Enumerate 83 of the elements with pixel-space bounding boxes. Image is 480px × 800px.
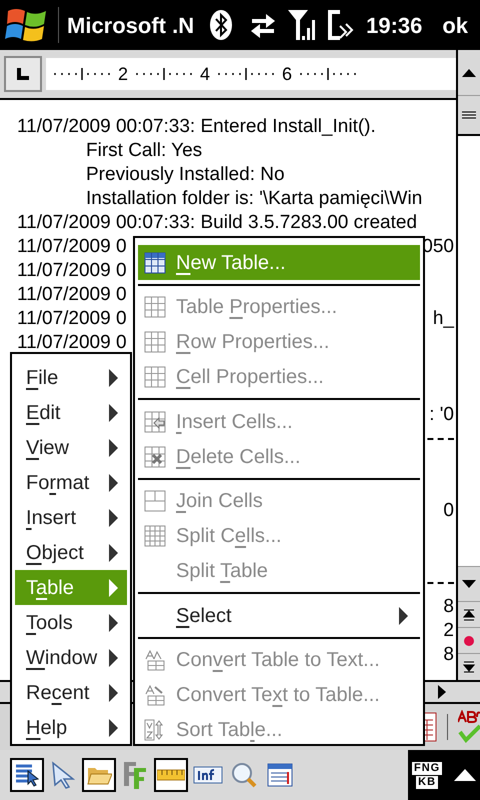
expand-up-icon[interactable]	[454, 769, 476, 781]
window-list-icon	[267, 763, 293, 787]
submenu-arrow-icon	[109, 438, 118, 456]
ruler-number: 2	[118, 62, 128, 86]
menu-item[interactable]: Tools	[15, 605, 127, 640]
dot-icon	[464, 636, 474, 646]
previous-page-icon	[463, 608, 475, 620]
select-mode-button[interactable]	[10, 758, 44, 792]
next-page-button[interactable]	[458, 654, 480, 680]
left-tab-icon	[17, 68, 29, 80]
font-format-icon	[122, 760, 148, 790]
sort-icon	[144, 719, 166, 741]
menu-item[interactable]: Format	[15, 465, 127, 500]
submenu-arrow-icon	[109, 684, 118, 702]
log-line-fragment: 2	[443, 619, 454, 643]
submenu-arrow-icon	[109, 508, 118, 526]
previous-page-button[interactable]	[458, 602, 480, 628]
pointer-icon	[51, 761, 75, 789]
log-line-fragment: 8	[443, 595, 454, 619]
up-arrow-icon	[462, 68, 476, 76]
search-icon	[230, 761, 258, 789]
log-line: Installation folder is: '\Karta pamięci\Win	[86, 188, 422, 209]
grid-icon	[144, 296, 166, 318]
tab-stop-button[interactable]	[4, 56, 42, 92]
menu-item[interactable]: Window	[15, 640, 127, 675]
ruler-toggle-button[interactable]	[154, 758, 188, 792]
ok-button[interactable]: ok	[442, 8, 468, 42]
convert-to-text-icon	[144, 649, 166, 671]
split-cells-icon	[144, 525, 166, 547]
bluetooth-icon	[210, 9, 232, 41]
right-arrow-icon	[438, 685, 446, 699]
spell-check-icon[interactable]	[458, 710, 480, 744]
submenu-arrow-icon	[399, 606, 408, 624]
down-arrow-icon	[462, 580, 476, 588]
table-icon	[144, 252, 166, 274]
submenu-arrow-icon	[109, 718, 118, 736]
log-line: 11/07/2009 00:07:33: Build 3.5.7283.00 created	[17, 212, 418, 233]
log-line-fragment: 8	[443, 643, 454, 667]
log-line: 11/07/2009 0	[17, 283, 127, 307]
log-line: 11/07/2009 0	[17, 259, 127, 283]
insert-cells-icon	[144, 410, 166, 432]
log-line: 11/07/2009 00:07:33: Entered Install_Init().	[17, 116, 376, 137]
menu-item[interactable]: Select	[138, 598, 420, 633]
log-line-fragment: : '0	[429, 403, 454, 427]
scroll-down-button[interactable]	[458, 566, 480, 602]
submenu-arrow-icon	[109, 404, 118, 422]
open-file-button[interactable]	[82, 758, 116, 792]
submenu-arrow-icon	[109, 544, 118, 562]
menu-item[interactable]: Object	[15, 535, 127, 570]
menu-item[interactable]: Recent	[15, 675, 127, 710]
ruler-icon	[157, 769, 185, 781]
log-line-fragment: 0	[443, 499, 454, 523]
log-line: 11/07/2009 0	[17, 307, 127, 331]
menu-item[interactable]: File	[15, 360, 127, 395]
clock-time: 19:36	[366, 12, 422, 40]
log-line-fragment: h_	[432, 307, 454, 331]
log-line: 11/07/2009 0	[17, 331, 127, 355]
log-line: First Call: Yes	[86, 140, 202, 161]
submenu-arrow-icon	[109, 368, 118, 386]
grip-icon	[462, 111, 476, 119]
list-cursor-icon	[14, 763, 40, 787]
log-line: Previously Installed: No	[86, 164, 285, 185]
submenu-arrow-icon	[109, 614, 118, 632]
menu-item[interactable]: View	[15, 430, 127, 465]
convert-to-table-icon	[144, 684, 166, 706]
submenu-arrow-icon	[109, 648, 118, 666]
scroll-thumb[interactable]	[458, 96, 480, 136]
scroll-up-button[interactable]	[458, 50, 480, 96]
app-title: Microsoft .N	[67, 12, 194, 40]
submenu-arrow-icon	[109, 578, 118, 596]
sim-card-icon	[326, 8, 354, 42]
log-line: 11/07/2009 0	[17, 235, 127, 259]
next-page-icon	[463, 661, 475, 673]
grid-icon	[144, 331, 166, 353]
ruler-number: 4	[200, 62, 210, 86]
submenu-arrow-icon	[109, 474, 118, 492]
menu-item[interactable]: Help	[15, 710, 127, 745]
menu-item[interactable]: Insert	[15, 500, 127, 535]
delete-cells-icon	[144, 446, 166, 468]
grid-icon	[144, 366, 166, 388]
join-cells-icon	[144, 490, 166, 512]
menu-item[interactable]: Edit	[15, 395, 127, 430]
ruler-number: 6	[282, 62, 292, 86]
